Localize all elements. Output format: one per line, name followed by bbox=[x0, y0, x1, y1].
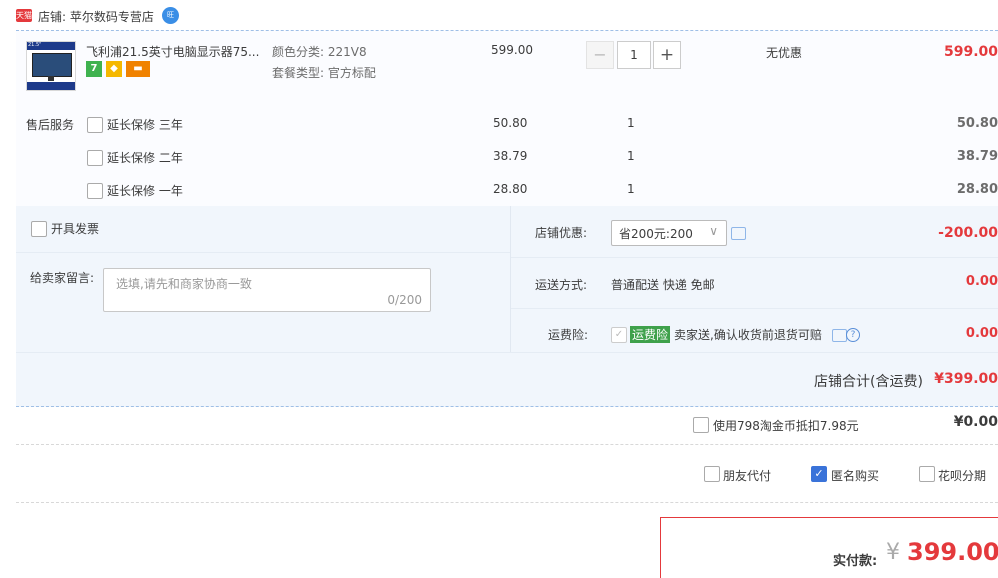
order-item-block: 21.5" 飞利浦21.5英寸电脑显示器75... 7 ◆ ▬ 颜色分类: 22… bbox=[16, 30, 998, 206]
shipping-amount: 0.00 bbox=[965, 274, 998, 289]
warranty-3y-qty: 1 bbox=[627, 116, 635, 130]
help-icon[interactable]: ? bbox=[846, 328, 860, 342]
seven-day-return-icon: 7 bbox=[86, 61, 102, 77]
quantity-input[interactable]: 1 bbox=[617, 41, 651, 69]
anonymous-purchase-checkbox[interactable]: ✓ bbox=[811, 466, 827, 482]
huabei-installment-label: 花呗分期 bbox=[938, 469, 987, 483]
shipping-value: 普通配送 快递 免邮 bbox=[611, 278, 715, 292]
after-sales-label: 售后服务 bbox=[26, 118, 75, 132]
left-options-panel: 开具发票 给卖家留言: 选填,请先和商家协商一致 0/200 bbox=[16, 206, 511, 352]
warranty-3y-checkbox[interactable] bbox=[87, 117, 103, 133]
friend-pay-checkbox[interactable] bbox=[704, 466, 720, 482]
checkout-options-row: 朋友代付 ✓ 匿名购买 花呗分期 bbox=[16, 444, 998, 503]
shop-discount-amount: -200.00 bbox=[938, 225, 998, 241]
shop-header: 天猫 店铺: 苹尔数码专营店 旺 bbox=[16, 6, 998, 30]
shop-total-amount: ¥399.00 bbox=[934, 371, 998, 387]
warranty-1y-price: 28.80 bbox=[493, 182, 528, 196]
guarantee-icon: ◆ bbox=[106, 61, 122, 77]
payment-amount: 399.00 bbox=[907, 538, 998, 566]
memo-label: 给卖家留言: bbox=[30, 271, 95, 285]
memo-placeholder: 选填,请先和商家协商一致 bbox=[116, 277, 252, 291]
warranty-1y-checkbox[interactable] bbox=[87, 183, 103, 199]
message-icon[interactable] bbox=[731, 227, 746, 240]
order-detail-block: 开具发票 给卖家留言: 选填,请先和商家协商一致 0/200 店铺优惠: 省20… bbox=[16, 206, 998, 407]
credit-card-icon: ▬ bbox=[126, 61, 150, 77]
item-subtotal: 599.00 bbox=[943, 44, 998, 60]
huabei-installment-checkbox[interactable] bbox=[919, 466, 935, 482]
shop-total-label: 店铺合计(含运费) bbox=[814, 374, 923, 390]
anonymous-purchase-label: 匿名购买 bbox=[831, 469, 880, 483]
warranty-2y-total: 38.79 bbox=[956, 149, 998, 164]
warranty-1y-qty: 1 bbox=[627, 182, 635, 196]
sku-package: 套餐类型: 官方标配 bbox=[272, 66, 376, 80]
payment-currency: ¥ bbox=[886, 540, 900, 565]
quantity-stepper: − 1 + bbox=[586, 41, 696, 69]
decrease-quantity-button[interactable]: − bbox=[586, 41, 614, 69]
shop-discount-select[interactable]: 省200元:200 ∨ bbox=[611, 220, 727, 246]
warranty-1y-label: 延长保修 一年 bbox=[107, 184, 183, 198]
freight-insurance-amount: 0.00 bbox=[965, 326, 998, 341]
shipping-label: 运送方式: bbox=[535, 278, 588, 292]
warranty-3y-total: 50.80 bbox=[956, 116, 998, 131]
warranty-3y-price: 50.80 bbox=[493, 116, 528, 130]
payment-summary-box: 实付款: ¥ 399.00 bbox=[660, 517, 998, 578]
freight-insurance-badge: 运费险 bbox=[630, 326, 671, 343]
invoice-checkbox[interactable] bbox=[31, 221, 47, 237]
warranty-2y-qty: 1 bbox=[627, 149, 635, 163]
freight-insurance-description: 卖家送,确认收货前退货可赔 bbox=[674, 328, 822, 342]
memo-char-counter: 0/200 bbox=[387, 293, 422, 307]
shop-discount-label: 店铺优惠: bbox=[535, 226, 588, 240]
thumbnail-size-tag: 21.5" bbox=[28, 42, 42, 48]
unit-price: 599.00 bbox=[491, 43, 533, 57]
taobao-gold-checkbox[interactable] bbox=[693, 417, 709, 433]
freight-insurance-label: 运费险: bbox=[548, 328, 589, 342]
taobao-gold-row: 使用798淘金币抵扣7.98元 ¥0.00 bbox=[16, 406, 998, 445]
shop-name[interactable]: 店铺: 苹尔数码专营店 bbox=[38, 8, 154, 25]
warranty-3y-label: 延长保修 三年 bbox=[107, 118, 183, 132]
friend-pay-label: 朋友代付 bbox=[723, 469, 772, 483]
product-title[interactable]: 飞利浦21.5英寸电脑显示器75... bbox=[86, 43, 259, 60]
taobao-gold-label: 使用798淘金币抵扣7.98元 bbox=[713, 419, 859, 433]
sku-color: 颜色分类: 221V8 bbox=[272, 45, 367, 59]
product-thumbnail[interactable]: 21.5" bbox=[26, 41, 76, 91]
divider bbox=[16, 352, 998, 353]
wangwang-chat-icon[interactable]: 旺 bbox=[162, 7, 179, 24]
chevron-down-icon: ∨ bbox=[709, 224, 718, 238]
freight-insurance-checkbox: ✓ bbox=[611, 327, 627, 343]
item-discount: 无优惠 bbox=[766, 46, 803, 60]
payment-label: 实付款: bbox=[833, 554, 878, 569]
invoice-label: 开具发票 bbox=[51, 222, 100, 236]
warranty-2y-checkbox[interactable] bbox=[87, 150, 103, 166]
memo-textarea[interactable]: 选填,请先和商家协商一致 0/200 bbox=[103, 268, 431, 312]
divider bbox=[511, 308, 998, 309]
warranty-2y-label: 延长保修 二年 bbox=[107, 151, 183, 165]
shop-discount-value: 省200元:200 bbox=[619, 227, 693, 241]
message-icon[interactable] bbox=[832, 329, 847, 342]
warranty-1y-total: 28.80 bbox=[956, 182, 998, 197]
divider bbox=[16, 252, 510, 253]
divider bbox=[511, 257, 998, 258]
warranty-2y-price: 38.79 bbox=[493, 149, 528, 163]
tmall-icon: 天猫 bbox=[16, 9, 32, 22]
taobao-gold-amount: ¥0.00 bbox=[953, 414, 998, 430]
increase-quantity-button[interactable]: + bbox=[653, 41, 681, 69]
